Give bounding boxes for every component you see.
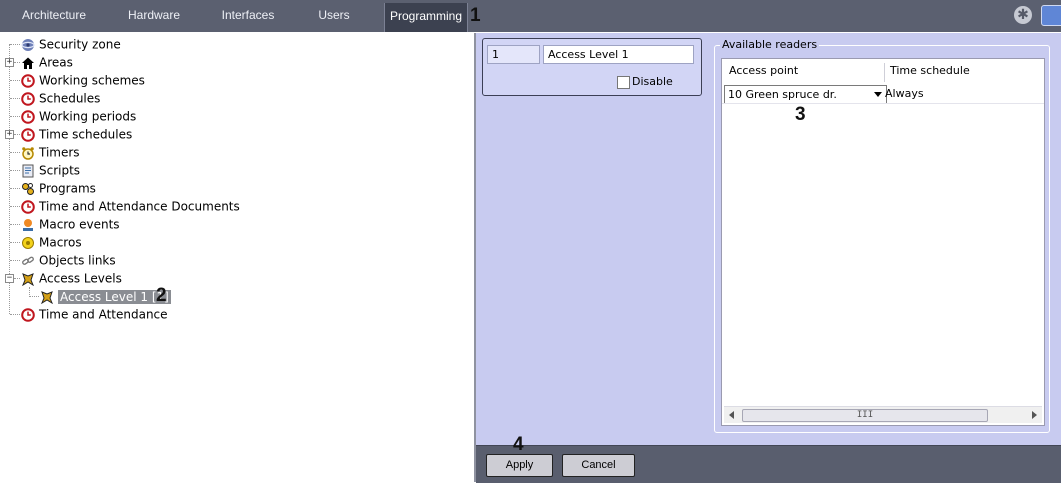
tree-item-working-schemes[interactable]: Working schemes [21, 71, 145, 89]
tree-item-macros[interactable]: Macros [21, 233, 82, 251]
column-header-time-schedule[interactable]: Time schedule [890, 64, 970, 77]
clock-icon [21, 91, 35, 106]
tree-item-objects-links[interactable]: Objects links [21, 251, 116, 269]
tree-line [10, 206, 20, 207]
tree-line [10, 80, 20, 81]
time-schedule-cell[interactable]: Always [885, 87, 924, 100]
tree-item-label: Time and Attendance Documents [39, 199, 240, 214]
callout-3: 3 [795, 104, 806, 125]
tree-line [10, 116, 20, 117]
tree-item-timers[interactable]: Timers [21, 143, 80, 161]
tab-programming[interactable]: Programming [384, 3, 468, 32]
access-point-value: 10 Green spruce dr. [728, 88, 837, 101]
tree-item-label: Objects links [39, 253, 116, 268]
tree-item-label: Scripts [39, 163, 81, 178]
scroll-right-icon[interactable] [1032, 411, 1037, 419]
tree-item-label: Time schedules [39, 127, 133, 142]
tree-line [10, 188, 20, 189]
scroll-left-icon[interactable] [729, 411, 734, 419]
tree-item-time-and-attendance[interactable]: Time and Attendance [21, 305, 168, 323]
window-button[interactable] [1041, 5, 1061, 26]
tree-line [10, 44, 20, 45]
tree-item-schedules[interactable]: Schedules [21, 89, 100, 107]
link-icon [22, 256, 34, 265]
tree-item-scripts[interactable]: Scripts [21, 161, 80, 179]
cancel-button[interactable]: Cancel [562, 454, 635, 477]
clock-icon [21, 73, 35, 88]
tree-line [10, 242, 20, 243]
macro-event-icon [23, 218, 33, 231]
tree-item-label: Working periods [39, 109, 137, 124]
tree-line [10, 98, 20, 99]
tree-item-label: Macros [39, 235, 82, 250]
expand-time-schedules-button[interactable]: + [5, 130, 14, 139]
tree-line [29, 296, 39, 297]
script-icon [22, 164, 34, 177]
tree-item-macro-events[interactable]: Macro events [21, 215, 120, 233]
column-header-access-point[interactable]: Access point [729, 64, 798, 77]
tree-line [14, 62, 20, 63]
tree-line [10, 152, 20, 153]
clock-icon [21, 127, 35, 142]
tree-line [10, 260, 20, 261]
tree-item-label: Programs [39, 181, 96, 196]
tree-line [14, 278, 20, 279]
tree-line [10, 170, 20, 171]
expand-areas-button[interactable]: + [5, 58, 14, 67]
tree-item-label: Working schemes [39, 73, 145, 88]
programs-icon [22, 182, 34, 195]
tree-item-label: Schedules [39, 91, 101, 106]
tree-item-access-level-1[interactable]: Access Level 1 [1] [40, 287, 171, 305]
tree-line [10, 224, 20, 225]
disable-checkbox[interactable] [617, 76, 630, 89]
tree-item-time-schedules[interactable]: Time schedules [21, 125, 132, 143]
tree-item-label: Access Level 1 [1] [58, 289, 171, 304]
tab-hardware[interactable]: Hardware [108, 0, 200, 32]
apply-button[interactable]: Apply [486, 454, 553, 477]
callout-1: 1 [470, 5, 481, 26]
tree-item-time-attendance-documents[interactable]: Time and Attendance Documents [21, 197, 240, 215]
tree-item-working-periods[interactable]: Working periods [21, 107, 136, 125]
tree-line [10, 314, 20, 315]
horizontal-scrollbar[interactable]: III [724, 406, 1042, 423]
available-readers-title: Available readers [720, 38, 820, 51]
disable-label: Disable [632, 75, 673, 88]
tab-users[interactable]: Users [288, 0, 380, 32]
tree-item-programs[interactable]: Programs [21, 179, 96, 197]
tree-item-access-levels[interactable]: Access Levels [21, 269, 122, 287]
tree-item-label: Security zone [39, 37, 121, 52]
access-point-dropdown[interactable]: 10 Green spruce dr. [724, 85, 887, 104]
tree-item-label: Time and Attendance [39, 307, 168, 322]
id-field[interactable]: 1 [487, 45, 540, 64]
tree-item-label: Access Levels [39, 271, 122, 286]
collapse-access-levels-button[interactable]: − [5, 274, 14, 283]
clock-icon [21, 199, 35, 214]
tree-item-areas[interactable]: Areas [21, 53, 73, 71]
column-separator[interactable] [884, 63, 885, 82]
alarm-clock-icon [22, 146, 34, 160]
tree-item-label: Macro events [39, 217, 120, 232]
tree-item-security-zone[interactable]: Security zone [21, 35, 121, 53]
tab-architecture[interactable]: Architecture [8, 0, 100, 32]
row-divider [722, 103, 1044, 104]
tree-item-label: Areas [39, 55, 73, 70]
tab-interfaces[interactable]: Interfaces [202, 0, 294, 32]
name-field[interactable]: Access Level 1 [543, 45, 694, 64]
house-icon [22, 57, 34, 69]
access-level-icon [41, 290, 53, 304]
scroll-thumb[interactable]: III [742, 409, 988, 422]
chevron-down-icon [874, 92, 882, 97]
tree-line [14, 134, 20, 135]
readers-grid: Access point Time schedule 10 Green spru… [721, 58, 1045, 426]
callout-4: 4 [513, 434, 524, 455]
clock-icon [21, 307, 35, 322]
macro-icon [22, 236, 34, 249]
tree-item-label: Timers [39, 145, 80, 160]
access-level-icon [22, 272, 34, 286]
callout-2: 2 [156, 285, 167, 306]
security-zone-icon [21, 38, 35, 51]
clock-icon [21, 109, 35, 124]
settings-icon[interactable]: ✱ [1014, 6, 1032, 24]
